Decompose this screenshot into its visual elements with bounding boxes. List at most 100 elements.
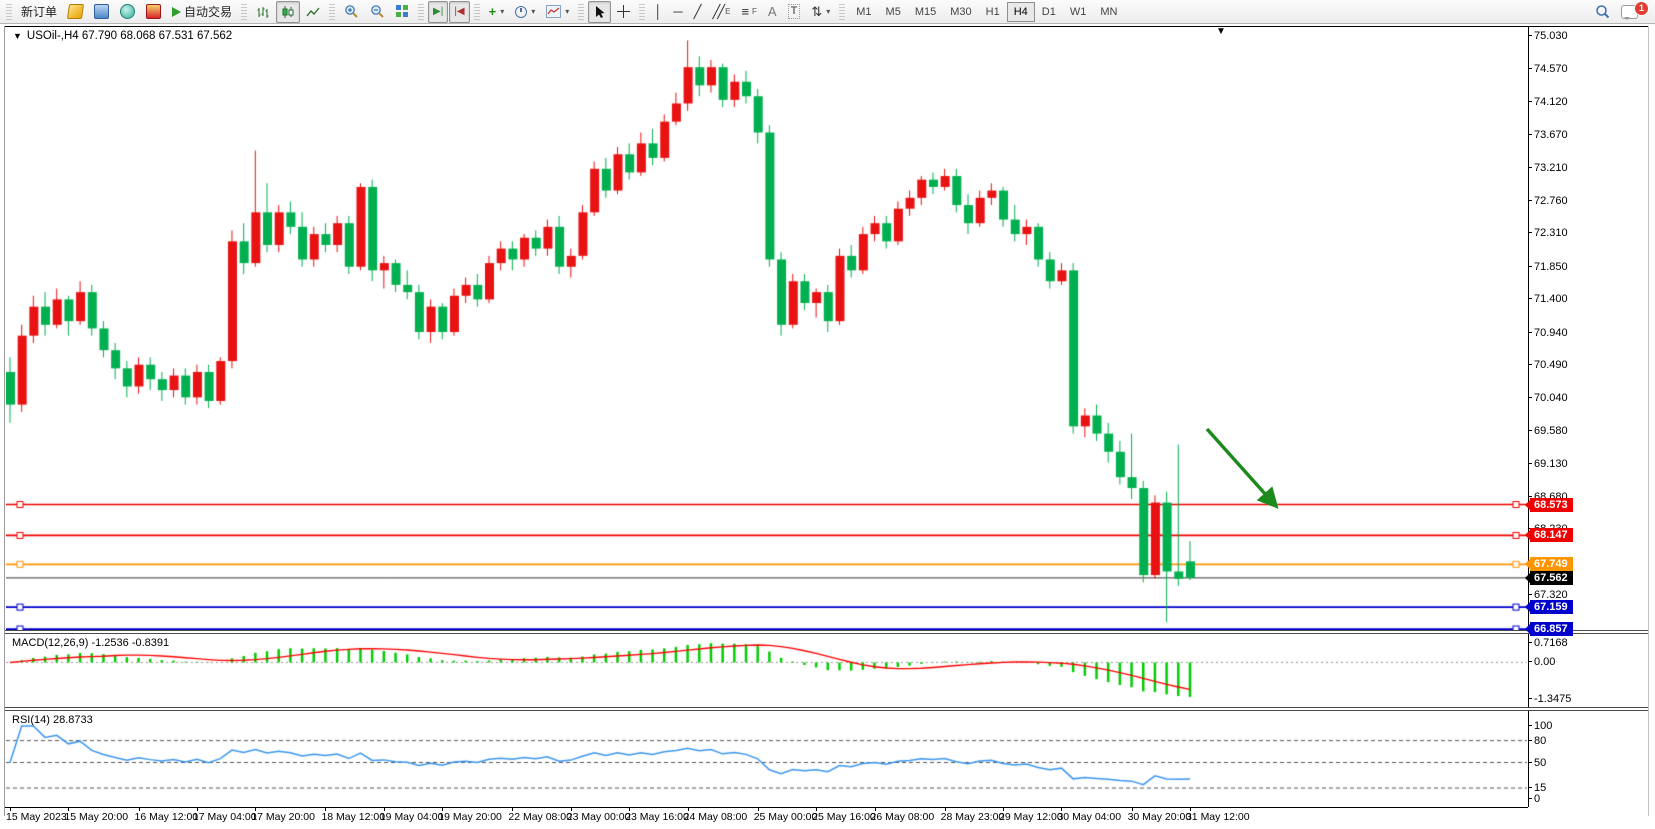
market-button[interactable]	[141, 1, 166, 23]
candlestick-chart-button[interactable]	[276, 1, 300, 23]
new-chart-button[interactable]: + ▾	[484, 1, 510, 23]
price-tag-68.573[interactable]: 68.573	[1530, 498, 1573, 512]
window-left-edge	[4, 26, 5, 816]
price-tag-67.159[interactable]: 67.159	[1530, 600, 1573, 614]
trendline-tool[interactable]: ╱	[689, 1, 707, 23]
search-button[interactable]	[1590, 1, 1615, 23]
label-tool[interactable]: T	[783, 1, 806, 23]
tile-windows-button[interactable]	[391, 1, 414, 23]
timeframe-w1[interactable]: W1	[1063, 2, 1094, 22]
notifications-button[interactable]: 1	[1616, 1, 1652, 23]
toolbar-grip[interactable]	[474, 4, 480, 20]
label-tool-icon: T	[788, 4, 801, 19]
time-label: 28 May 23:00	[941, 811, 1005, 823]
mt4-application: 新订单 自动交易 ▶| |◀	[0, 0, 1655, 829]
horizontal-line-icon: ─	[673, 5, 682, 18]
price-tag-67.749[interactable]: 67.749	[1530, 557, 1573, 571]
rsi-canvas[interactable]	[6, 712, 1527, 807]
signals-icon	[120, 4, 135, 19]
toolbar-grip[interactable]	[241, 4, 247, 20]
timeframe-d1[interactable]: D1	[1035, 2, 1063, 22]
price-tick: 70.940	[1534, 327, 1568, 339]
timeframe-m15[interactable]: M15	[908, 2, 943, 22]
pane-separator-macd[interactable]	[5, 630, 1648, 634]
channel-sub-label: E	[725, 7, 730, 16]
zoom-out-button[interactable]	[365, 1, 390, 23]
notification-badge: 1	[1634, 1, 1649, 16]
price-tag-66.857[interactable]: 66.857	[1530, 622, 1573, 636]
timeframe-toolbar: M1M5M15M30H1H4D1W1MN	[849, 2, 1124, 22]
timeframe-h1[interactable]: H1	[979, 2, 1007, 22]
line-chart-button[interactable]	[301, 1, 325, 23]
auto-scroll-icon: ▶|	[433, 5, 443, 18]
charts-icon	[67, 4, 84, 19]
symbol-ohlc-label: USOil-,H4 67.790 68.068 67.531 67.562	[27, 30, 232, 42]
indicators-icon	[546, 5, 561, 18]
time-label: 17 May 20:00	[251, 811, 315, 823]
toolbar-grip[interactable]	[639, 4, 645, 20]
autotrading-button[interactable]: 自动交易	[167, 1, 237, 23]
text-tool-icon: A	[768, 5, 777, 18]
time-label: 23 May 00:00	[567, 811, 631, 823]
price-tick: 69.580	[1534, 425, 1568, 437]
toolbar-grip[interactable]	[6, 4, 12, 20]
toolbar-grip[interactable]	[578, 4, 584, 20]
line-chart-icon	[306, 5, 320, 19]
autotrading-icon	[172, 7, 181, 17]
vertical-line-tool[interactable]: │	[649, 1, 667, 23]
new-order-button[interactable]: 新订单	[16, 1, 62, 23]
price-tick: 73.210	[1534, 162, 1568, 174]
timeframe-m30[interactable]: M30	[943, 2, 978, 22]
market-icon	[146, 4, 161, 19]
timeframe-m1[interactable]: M1	[849, 2, 878, 22]
pane-separator-rsi[interactable]	[5, 707, 1648, 711]
periods-button[interactable]: ▾	[510, 1, 540, 23]
time-label: 30 May 20:00	[1128, 811, 1192, 823]
main-toolbar: 新订单 自动交易 ▶| |◀	[0, 0, 1655, 24]
toolbar-grip[interactable]	[418, 4, 424, 20]
time-label: 25 May 00:00	[754, 811, 818, 823]
cursor-button[interactable]	[588, 1, 611, 23]
price-tag-67.562[interactable]: 67.562	[1530, 571, 1573, 585]
arrow-drawing-object[interactable]	[1199, 423, 1291, 524]
new-chart-icon: +	[489, 5, 497, 18]
toolbar-grip[interactable]	[329, 4, 335, 20]
timeframe-h4[interactable]: H4	[1007, 2, 1035, 22]
price-axis-line	[1528, 26, 1529, 807]
zoom-out-icon	[370, 4, 385, 19]
trendline-icon: ╱	[694, 5, 702, 18]
timeframe-mn[interactable]: MN	[1093, 2, 1124, 22]
main-chart-canvas[interactable]	[6, 26, 1527, 630]
macd-tick: -1.3475	[1534, 693, 1571, 705]
signals-button[interactable]	[115, 1, 140, 23]
arrows-tool[interactable]: ⇅ ▾	[806, 1, 835, 23]
channel-icon: ╱╱	[712, 5, 722, 18]
zoom-in-button[interactable]	[339, 1, 364, 23]
terminal-icon	[94, 4, 109, 19]
search-icon	[1595, 4, 1610, 19]
terminal-button[interactable]	[89, 1, 114, 23]
time-label: 30 May 04:00	[1057, 811, 1121, 823]
rsi-tick: 100	[1534, 720, 1552, 732]
zoom-in-icon	[344, 4, 359, 19]
indicators-button[interactable]: ▾	[541, 1, 574, 23]
chart-shift-button[interactable]: |◀	[449, 1, 469, 23]
time-label: 18 May 12:00	[321, 811, 385, 823]
equidistant-channel-tool[interactable]: ╱╱ E	[707, 1, 735, 23]
auto-scroll-button[interactable]: ▶|	[428, 1, 448, 23]
fibonacci-tool[interactable]: ≡ F	[736, 1, 761, 23]
toolbar-grip[interactable]	[839, 4, 845, 20]
charts-button[interactable]	[63, 1, 88, 23]
macd-canvas[interactable]	[6, 635, 1527, 707]
horizontal-line-tool[interactable]: ─	[668, 1, 687, 23]
text-tool[interactable]: A	[763, 1, 782, 23]
time-label: 24 May 08:00	[684, 811, 748, 823]
time-label: 19 May 20:00	[438, 811, 502, 823]
one-click-trading-toggle[interactable]: ▼	[13, 31, 22, 41]
price-tag-68.147[interactable]: 68.147	[1530, 528, 1573, 542]
timeframe-m5[interactable]: M5	[879, 2, 908, 22]
crosshair-button[interactable]	[612, 1, 635, 23]
time-label: 22 May 08:00	[508, 811, 572, 823]
bar-chart-button[interactable]	[251, 1, 275, 23]
scroll-end-marker[interactable]: ▼	[1216, 26, 1226, 37]
